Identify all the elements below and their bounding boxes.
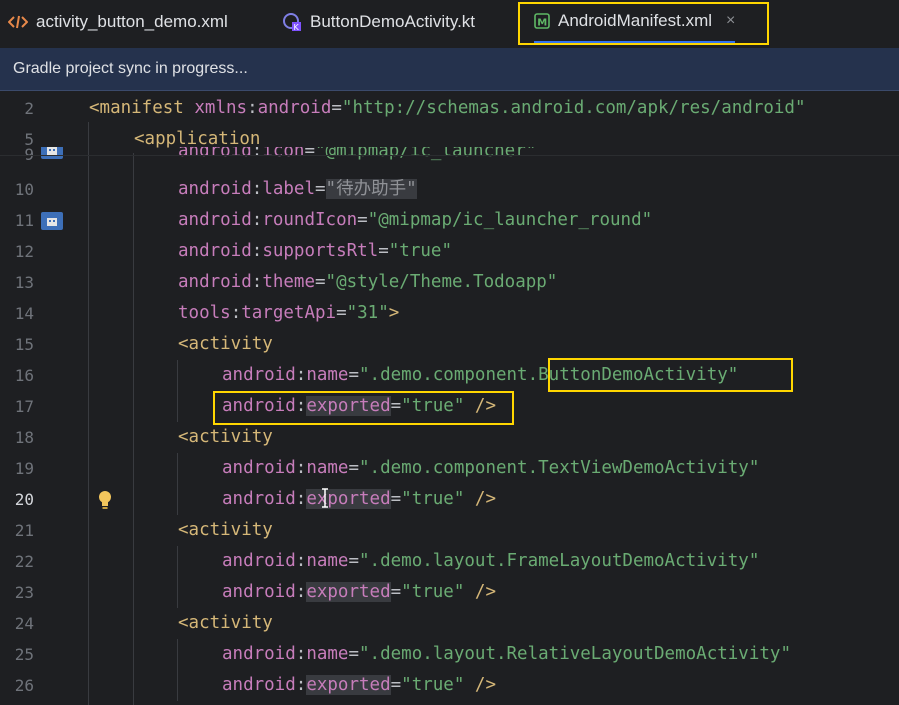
code-line: 25 android:name=".demo.layout.RelativeLa… bbox=[0, 639, 899, 670]
svg-text:K: K bbox=[294, 23, 300, 32]
line-number: 14 bbox=[14, 304, 34, 323]
code-line: 26 android:exported="true" /> bbox=[0, 670, 899, 701]
code-text: <activity bbox=[178, 334, 273, 354]
tab-label: activity_button_demo.xml bbox=[36, 12, 228, 31]
code-line: 13 android:theme="@style/Theme.Todoapp" bbox=[0, 267, 899, 298]
line-number: 18 bbox=[14, 428, 34, 447]
code-text: android:exported="true" /> bbox=[222, 489, 496, 509]
code-text: android:exported="true" /> bbox=[222, 582, 496, 602]
xml-tag-icon bbox=[8, 14, 28, 30]
code-line-current: 20 android:exported="true" /> bbox=[0, 484, 899, 515]
code-line: 21 <activity bbox=[0, 515, 899, 546]
line-number: 13 bbox=[14, 273, 34, 292]
code-text: android:icon="@mipmap/ic_launcher" bbox=[178, 147, 537, 161]
line-number: 10 bbox=[14, 180, 34, 199]
kotlin-class-icon: K bbox=[282, 12, 302, 32]
line-number: 23 bbox=[14, 583, 34, 602]
code-editor[interactable]: 2 <manifest xmlns:android="http://schema… bbox=[0, 91, 899, 705]
line-number: 16 bbox=[14, 366, 34, 385]
code-text: <activity bbox=[178, 520, 273, 540]
code-line: 11 android:roundIcon="@mipmap/ic_launche… bbox=[0, 205, 899, 236]
code-line: 15 <activity bbox=[0, 329, 899, 360]
code-line: 19 android:name=".demo.component.TextVie… bbox=[0, 453, 899, 484]
tab-activity-button-demo[interactable]: activity_button_demo.xml bbox=[8, 0, 228, 44]
line-number: 25 bbox=[14, 645, 34, 664]
android-robot-icon[interactable] bbox=[41, 147, 63, 159]
code-text: android:name=".demo.component.TextViewDe… bbox=[222, 458, 760, 478]
line-number: 2 bbox=[24, 99, 34, 118]
code-text: android:name=".demo.layout.RelativeLayou… bbox=[222, 644, 791, 664]
highlight-box bbox=[518, 2, 769, 45]
line-number: 22 bbox=[14, 552, 34, 571]
sync-banner: Gradle project sync in progress... bbox=[0, 48, 899, 91]
code-line: 12 android:supportsRtl="true" bbox=[0, 236, 899, 267]
tab-label: ButtonDemoActivity.kt bbox=[310, 12, 476, 31]
line-number: 24 bbox=[14, 614, 34, 633]
code-text: android:theme="@style/Theme.Todoapp" bbox=[178, 272, 558, 292]
code-text: android:name=".demo.layout.FrameLayoutDe… bbox=[222, 551, 760, 571]
code-line: 23 android:exported="true" /> bbox=[0, 577, 899, 608]
text-cursor-icon bbox=[320, 488, 330, 512]
line-number: 11 bbox=[14, 211, 34, 230]
tab-button-demo-activity[interactable]: K ButtonDemoActivity.kt bbox=[282, 0, 475, 44]
lightbulb-icon[interactable] bbox=[97, 490, 113, 514]
code-text: android:label="待办助手" bbox=[178, 179, 417, 199]
line-number: 17 bbox=[14, 397, 34, 416]
sticky-header-divider bbox=[0, 155, 899, 156]
line-number: 26 bbox=[14, 676, 34, 695]
sync-status-text: Gradle project sync in progress... bbox=[13, 60, 248, 77]
code-text: android:supportsRtl="true" bbox=[178, 241, 452, 261]
code-text: <manifest xmlns:android="http://schemas.… bbox=[89, 98, 806, 118]
code-line: 24 <activity bbox=[0, 608, 899, 639]
line-number: 12 bbox=[14, 242, 34, 261]
code-text: tools:targetApi="31"> bbox=[178, 303, 400, 323]
code-line: 14 tools:targetApi="31"> bbox=[0, 298, 899, 329]
line-number: 21 bbox=[14, 521, 34, 540]
android-robot-icon[interactable] bbox=[41, 212, 63, 230]
code-line: 9 android:icon="@mipmap/ic_launcher" bbox=[0, 147, 899, 167]
line-number: 15 bbox=[14, 335, 34, 354]
code-line: 10 android:label="待办助手" bbox=[0, 174, 899, 205]
editor-tab-bar: activity_button_demo.xml K ButtonDemoAct… bbox=[0, 0, 899, 49]
highlight-box bbox=[548, 358, 793, 392]
code-text: <activity bbox=[178, 427, 273, 447]
code-text: android:roundIcon="@mipmap/ic_launcher_r… bbox=[178, 210, 653, 230]
code-text: <activity bbox=[178, 613, 273, 633]
code-line: 2 <manifest xmlns:android="http://schema… bbox=[0, 93, 899, 124]
line-number: 20 bbox=[14, 490, 34, 509]
code-text: android:exported="true" /> bbox=[222, 675, 496, 695]
line-number: 19 bbox=[14, 459, 34, 478]
code-line: 18 <activity bbox=[0, 422, 899, 453]
line-number: 9 bbox=[0, 147, 34, 167]
highlight-box bbox=[213, 391, 514, 425]
code-line: 22 android:name=".demo.layout.FrameLayou… bbox=[0, 546, 899, 577]
